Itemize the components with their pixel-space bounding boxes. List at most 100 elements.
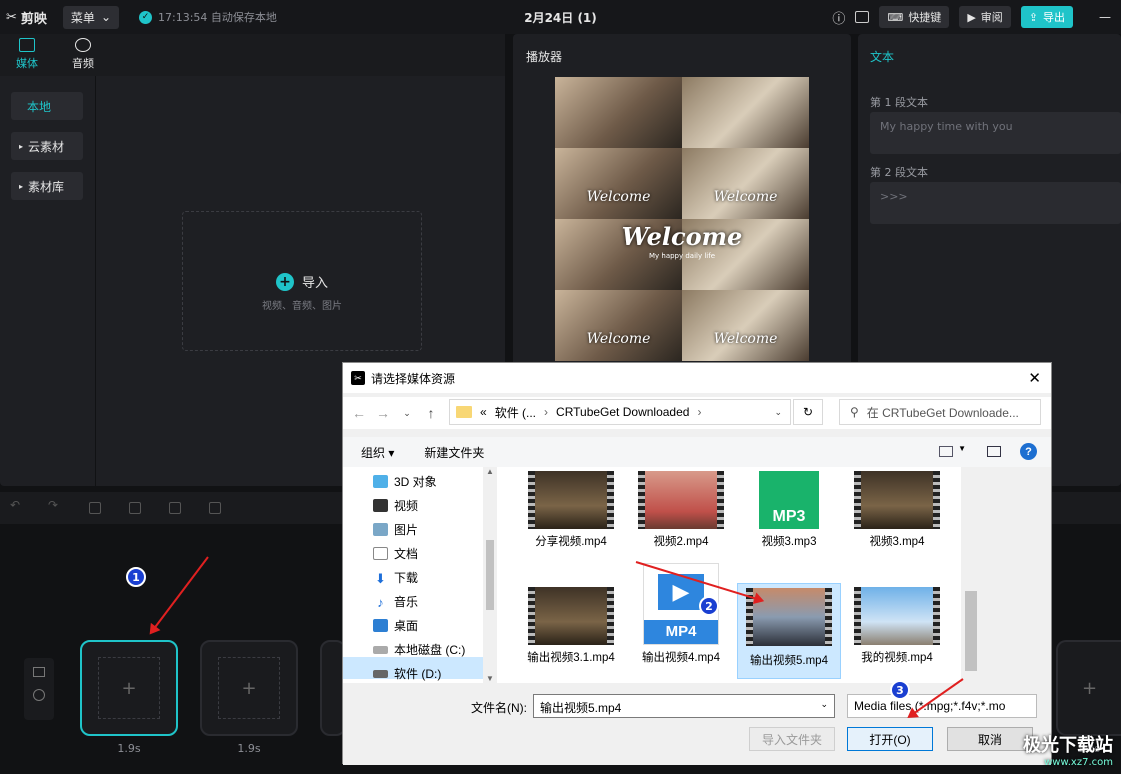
file-item[interactable]: MP3 视频3.mp3 [737,471,841,549]
review-button[interactable]: ▶ 审阅 [959,6,1011,28]
scroll-thumb[interactable] [486,540,494,610]
video-track-icon[interactable] [33,667,45,677]
menu-button[interactable]: 菜单 ⌄ [62,5,119,29]
para2-input[interactable]: >>> [870,182,1121,224]
sidebar-item-library[interactable]: ▸ 素材库 [11,172,83,200]
scroll-up-icon[interactable]: ▲ [483,467,497,476]
address-row: ← → ⌄ ↑ « 软件 (... › CRTubeGet Downloaded ›… [343,397,1051,429]
video-tile: Welcome [682,148,809,219]
forward-icon[interactable]: → [371,405,395,421]
video-preview[interactable]: Welcome Welcome Welcome Welcome [555,77,809,361]
add-clip-icon: + [1081,677,1098,699]
redo-icon[interactable]: ↷ [48,498,60,512]
scroll-thumb[interactable] [965,591,977,671]
tree-item-music[interactable]: ♪ 音乐 [373,593,418,610]
tree-item-drive-d[interactable]: 软件 (D:) [373,665,441,682]
audio-track-icon[interactable] [33,689,45,701]
open-button[interactable]: 打开(O) [847,727,933,751]
up-icon[interactable]: ↑ [419,405,443,421]
navigation-tree: 3D 对象 视频 图片 文档 ⬇ 下载 ♪ 音乐 桌面 本地磁盘 (C:) 软件 (… [343,467,497,683]
tree-item-downloads[interactable]: ⬇ 下载 [373,569,418,586]
crop-icon[interactable] [169,502,181,514]
audio-icon [75,38,91,52]
breadcrumb-overflow[interactable]: « [480,405,487,419]
check-icon: ✓ [139,10,152,24]
import-folder-button[interactable]: 导入文件夹 [749,727,835,751]
tree-item-drive-c[interactable]: 本地磁盘 (C:) [373,641,465,658]
video-tile [682,77,809,148]
new-folder-button[interactable]: 新建文件夹 [424,444,484,461]
import-dropzone[interactable]: + 导入 视频、音频、图片 [182,211,422,351]
file-item[interactable]: 视频3.mp4 [845,471,949,549]
preview-pane-icon[interactable] [987,446,1001,457]
file-item[interactable]: 我的视频.mp4 [845,587,949,665]
scroll-down-icon[interactable]: ▼ [483,674,497,683]
tree-item-videos[interactable]: 视频 [373,497,418,514]
delete-icon[interactable] [89,502,101,514]
shortcuts-button[interactable]: ⌨ 快捷键 [879,6,950,28]
filetype-select[interactable]: Media files (*.mpg;*.f4v;*.mo [847,694,1037,718]
video-thumbnail [854,471,940,529]
tab-audio[interactable]: 音频 [63,38,103,71]
sidebar-item-cloud[interactable]: ▸ 云素材 [11,132,83,160]
search-input[interactable]: ⚲ 在 CRTubeGet Downloade... [839,399,1041,425]
tree-scrollbar[interactable]: ▲ ▼ [483,467,497,683]
file-item[interactable]: 分享视频.mp4 [519,471,623,549]
capcut-icon: ✂ [351,371,365,385]
back-icon[interactable]: ← [347,405,371,421]
tab-media[interactable]: 媒体 [7,38,47,71]
refresh-button[interactable]: ↻ [793,399,823,425]
file-list-scrollbar[interactable] [961,467,981,683]
video-thumbnail [528,587,614,645]
tree-item-documents[interactable]: 文档 [373,545,418,562]
chevron-down-icon[interactable]: ⌄ [774,407,782,418]
timeline-clip[interactable]: + [80,640,178,736]
export-button[interactable]: ⇪ 导出 [1020,6,1073,28]
file-item[interactable]: 输出视频3.1.mp4 [519,587,623,665]
import-hint: 视频、音频、图片 [262,301,342,312]
add-clip-icon: + [98,657,160,719]
red-arrow [150,556,209,634]
sidebar-item-local[interactable]: 本地 [11,92,83,120]
para2-label: 第 2 段文本 [870,166,928,179]
welcome-title: Welcome [621,222,743,251]
help-icon[interactable]: ⓘ [832,8,845,27]
chevron-down-icon[interactable]: ⌄ [395,408,419,419]
chevron-down-icon[interactable]: ▼ [958,444,966,453]
caret-right-icon: ▸ [19,181,24,191]
breadcrumb-item[interactable]: 软件 (... [495,404,536,421]
loop-icon[interactable] [129,502,141,514]
filename-input[interactable]: 输出视频5.mp4 ⌄ [533,694,835,718]
step-badge-2: 2 [699,596,719,616]
file-item[interactable]: 视频2.mp4 [629,471,733,549]
tree-item-3d-objects[interactable]: 3D 对象 [373,473,437,490]
address-bar[interactable]: « 软件 (... › CRTubeGet Downloaded › ⌄ [449,399,791,425]
minimize-icon[interactable]: — [1099,10,1111,24]
file-open-dialog: ✂ 请选择媒体资源 ✕ ← → ⌄ ↑ « 软件 (... › CRTubeGet… [342,362,1052,765]
view-icon[interactable] [939,446,953,457]
cancel-button[interactable]: 取消 [947,727,1033,751]
breadcrumb-item[interactable]: CRTubeGet Downloaded [556,405,689,419]
frame-icon[interactable] [209,502,221,514]
track-controls [24,658,54,720]
help-icon[interactable]: ? [1020,443,1037,460]
timeline-clip[interactable]: + [200,640,298,736]
plus-icon: + [275,272,294,291]
para1-input[interactable]: My happy time with you [870,112,1121,154]
text-panel-title: 文本 [870,50,895,64]
organize-button[interactable]: 组织 ▾ [361,444,394,461]
close-icon[interactable]: ✕ [1028,369,1041,387]
autosave-status: ✓ 17:13:54 自动保存本地 [139,9,277,25]
file-item[interactable]: ▶ MP4 输出视频4.mp4 [629,563,733,665]
tree-item-pictures[interactable]: 图片 [373,521,418,538]
video-thumbnail [854,587,940,645]
video-tile: Welcome [555,290,682,361]
undo-icon[interactable]: ↶ [10,498,22,512]
layout-icon[interactable] [855,11,870,23]
timeline-clip[interactable]: + [1056,640,1121,736]
app-logo: ✂ 剪映 [6,9,47,27]
media-icon [19,38,35,52]
tree-item-desktop[interactable]: 桌面 [373,617,418,634]
play-icon: ▶ [967,10,976,24]
chevron-down-icon: ⌄ [820,699,828,709]
